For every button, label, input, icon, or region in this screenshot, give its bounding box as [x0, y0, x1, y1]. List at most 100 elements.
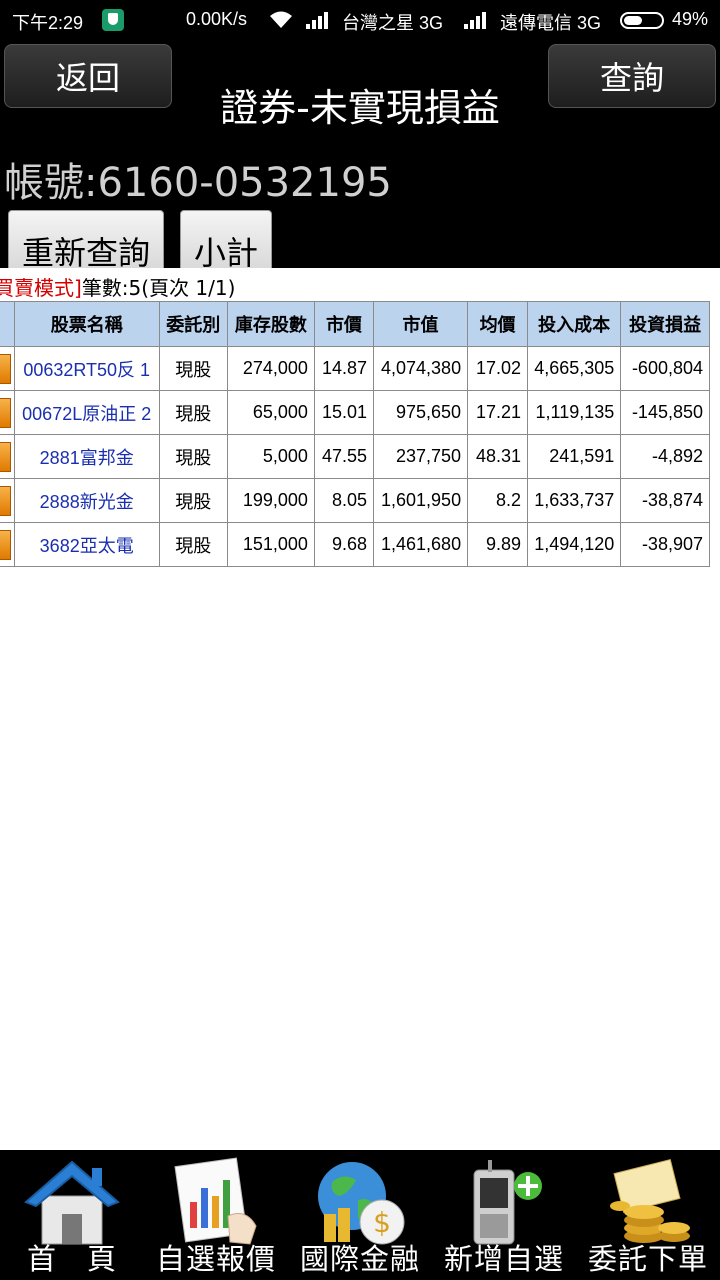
- header-price: 市價: [313, 301, 374, 347]
- mode-link[interactable]: 買賣模式]: [0, 276, 82, 300]
- nav-place-order[interactable]: 委託下單: [576, 1150, 720, 1280]
- content-area: 買賣模式]筆數:5(頁次 1/1) 股票名稱 委託別 庫存股數 市價 市值 均價…: [0, 268, 720, 1150]
- order-button[interactable]: [0, 390, 15, 435]
- table-row[interactable]: 3682亞太電 現股 151,000 9.68 1,461,680 9.89 1…: [0, 522, 710, 567]
- avg-price: 17.21: [467, 390, 529, 435]
- order-type: 現股: [158, 522, 228, 567]
- phone-add-icon: [473, 1160, 542, 1245]
- network-speed: 0.00K/s: [186, 9, 248, 29]
- profit-loss: -145,850: [620, 390, 710, 435]
- cost: 1,119,135: [527, 390, 622, 435]
- carrier-2: 遠傳電信 3G: [500, 13, 602, 33]
- avg-price: 9.89: [467, 522, 529, 567]
- order-icon: [0, 397, 11, 428]
- market-value: 4,074,380: [372, 346, 469, 391]
- back-button[interactable]: 返回: [4, 44, 172, 108]
- table-row[interactable]: 00632RT50反 1 現股 274,000 14.87 4,074,380 …: [0, 346, 710, 391]
- market-price: 8.05: [313, 478, 374, 523]
- table-row[interactable]: 2888新光金 現股 199,000 8.05 1,601,950 8.2 1,…: [0, 478, 710, 523]
- coins-order-icon: [610, 1158, 690, 1243]
- nav-intl-finance[interactable]: $ 國際金融: [288, 1150, 432, 1280]
- profit-loss: -600,804: [620, 346, 710, 391]
- page-title: 證券-未實現損益: [220, 86, 500, 130]
- nav-label: 國際金融: [299, 1242, 420, 1276]
- market-value: 1,601,950: [372, 478, 469, 523]
- carrier-1: 台灣之星 3G: [342, 13, 444, 33]
- chart-quote-icon: [174, 1157, 257, 1245]
- order-button[interactable]: [0, 522, 15, 567]
- market-price: 14.87: [313, 346, 374, 391]
- stock-name[interactable]: 00632RT50反 1: [13, 346, 160, 391]
- market-value: 975,650: [372, 390, 469, 435]
- stock-name[interactable]: 2888新光金: [13, 478, 160, 523]
- nav-home[interactable]: 首 頁: [0, 1150, 144, 1280]
- nav-add-watchlist[interactable]: 新增自選: [432, 1150, 576, 1280]
- battery-percent: 49%: [672, 9, 709, 29]
- avg-price: 48.31: [467, 434, 529, 479]
- bottom-nav: 首 頁 自選報價 $ 國際金融 新增自選 委託下單: [0, 1150, 720, 1280]
- shares: 151,000: [226, 522, 315, 567]
- market-price: 15.01: [313, 390, 374, 435]
- nav-watchlist-quotes[interactable]: 自選報價: [144, 1150, 288, 1280]
- globe-money-icon: $: [318, 1162, 405, 1245]
- shield-icon: [102, 9, 124, 31]
- header-pl: 投資損益: [620, 301, 710, 347]
- header-avg-price: 均價: [467, 301, 529, 347]
- header-shares: 庫存股數: [226, 301, 315, 347]
- header-order-type: 委託別: [158, 301, 228, 347]
- order-icon: [0, 485, 11, 516]
- nav-label: 委託下單: [587, 1242, 708, 1276]
- table-row[interactable]: 2881富邦金 現股 5,000 47.55 237,750 48.31 241…: [0, 434, 710, 479]
- account-number: 帳號:6160-0532195: [4, 160, 392, 206]
- cost: 241,591: [527, 434, 622, 479]
- avg-price: 17.02: [467, 346, 529, 391]
- stock-name[interactable]: 00672L原油正 2: [13, 390, 160, 435]
- home-icon: [24, 1160, 120, 1245]
- table-header-row: 股票名稱 委託別 庫存股數 市價 市值 均價 投入成本 投資損益: [0, 301, 710, 347]
- positions-table: 股票名稱 委託別 庫存股數 市價 市值 均價 投入成本 投資損益 00632RT…: [0, 301, 710, 567]
- order-icon: [0, 353, 11, 384]
- table-row[interactable]: 00672L原油正 2 現股 65,000 15.01 975,650 17.2…: [0, 390, 710, 435]
- order-type: 現股: [158, 434, 228, 479]
- market-price: 47.55: [313, 434, 374, 479]
- order-button[interactable]: [0, 434, 15, 479]
- app-header: 返回 證券-未實現損益 查詢 帳號:6160-0532195 重新查詢 小計: [0, 40, 720, 292]
- order-type: 現股: [158, 478, 228, 523]
- shares: 65,000: [226, 390, 315, 435]
- market-price: 9.68: [313, 522, 374, 567]
- cost: 1,633,737: [527, 478, 622, 523]
- status-bar: 下午2:29 0.00K/s 台灣之星 3G 遠傳電信 3G 49%: [0, 0, 720, 40]
- avg-price: 8.2: [467, 478, 529, 523]
- order-button[interactable]: [0, 346, 15, 391]
- stock-name[interactable]: 3682亞太電: [13, 522, 160, 567]
- market-value: 1,461,680: [372, 522, 469, 567]
- query-button[interactable]: 查詢: [548, 44, 716, 108]
- profit-loss: -4,892: [620, 434, 710, 479]
- signal-icon: [464, 12, 486, 29]
- order-icon: [0, 441, 11, 472]
- status-time: 下午2:29: [12, 13, 84, 33]
- battery-icon: [620, 12, 664, 29]
- cost: 4,665,305: [527, 346, 622, 391]
- wifi-icon: [270, 11, 292, 28]
- order-type: 現股: [158, 390, 228, 435]
- order-icon: [0, 529, 11, 560]
- shares: 5,000: [226, 434, 315, 479]
- signal-icon: [306, 12, 328, 29]
- shares: 199,000: [226, 478, 315, 523]
- order-type: 現股: [158, 346, 228, 391]
- header-stock-name: 股票名稱: [13, 301, 160, 347]
- market-value: 237,750: [372, 434, 469, 479]
- nav-label: 自選報價: [155, 1242, 276, 1276]
- svg-text:$: $: [373, 1206, 391, 1239]
- order-button[interactable]: [0, 478, 15, 523]
- cost: 1,494,120: [527, 522, 622, 567]
- record-summary: 筆數:5(頁次 1/1): [81, 276, 236, 300]
- nav-label: 新增自選: [443, 1242, 564, 1276]
- stock-name[interactable]: 2881富邦金: [13, 434, 160, 479]
- shares: 274,000: [226, 346, 315, 391]
- nav-label: 首 頁: [26, 1242, 117, 1276]
- header-cost: 投入成本: [527, 301, 622, 347]
- info-line: 買賣模式]筆數:5(頁次 1/1): [0, 276, 235, 300]
- profit-loss: -38,907: [620, 522, 710, 567]
